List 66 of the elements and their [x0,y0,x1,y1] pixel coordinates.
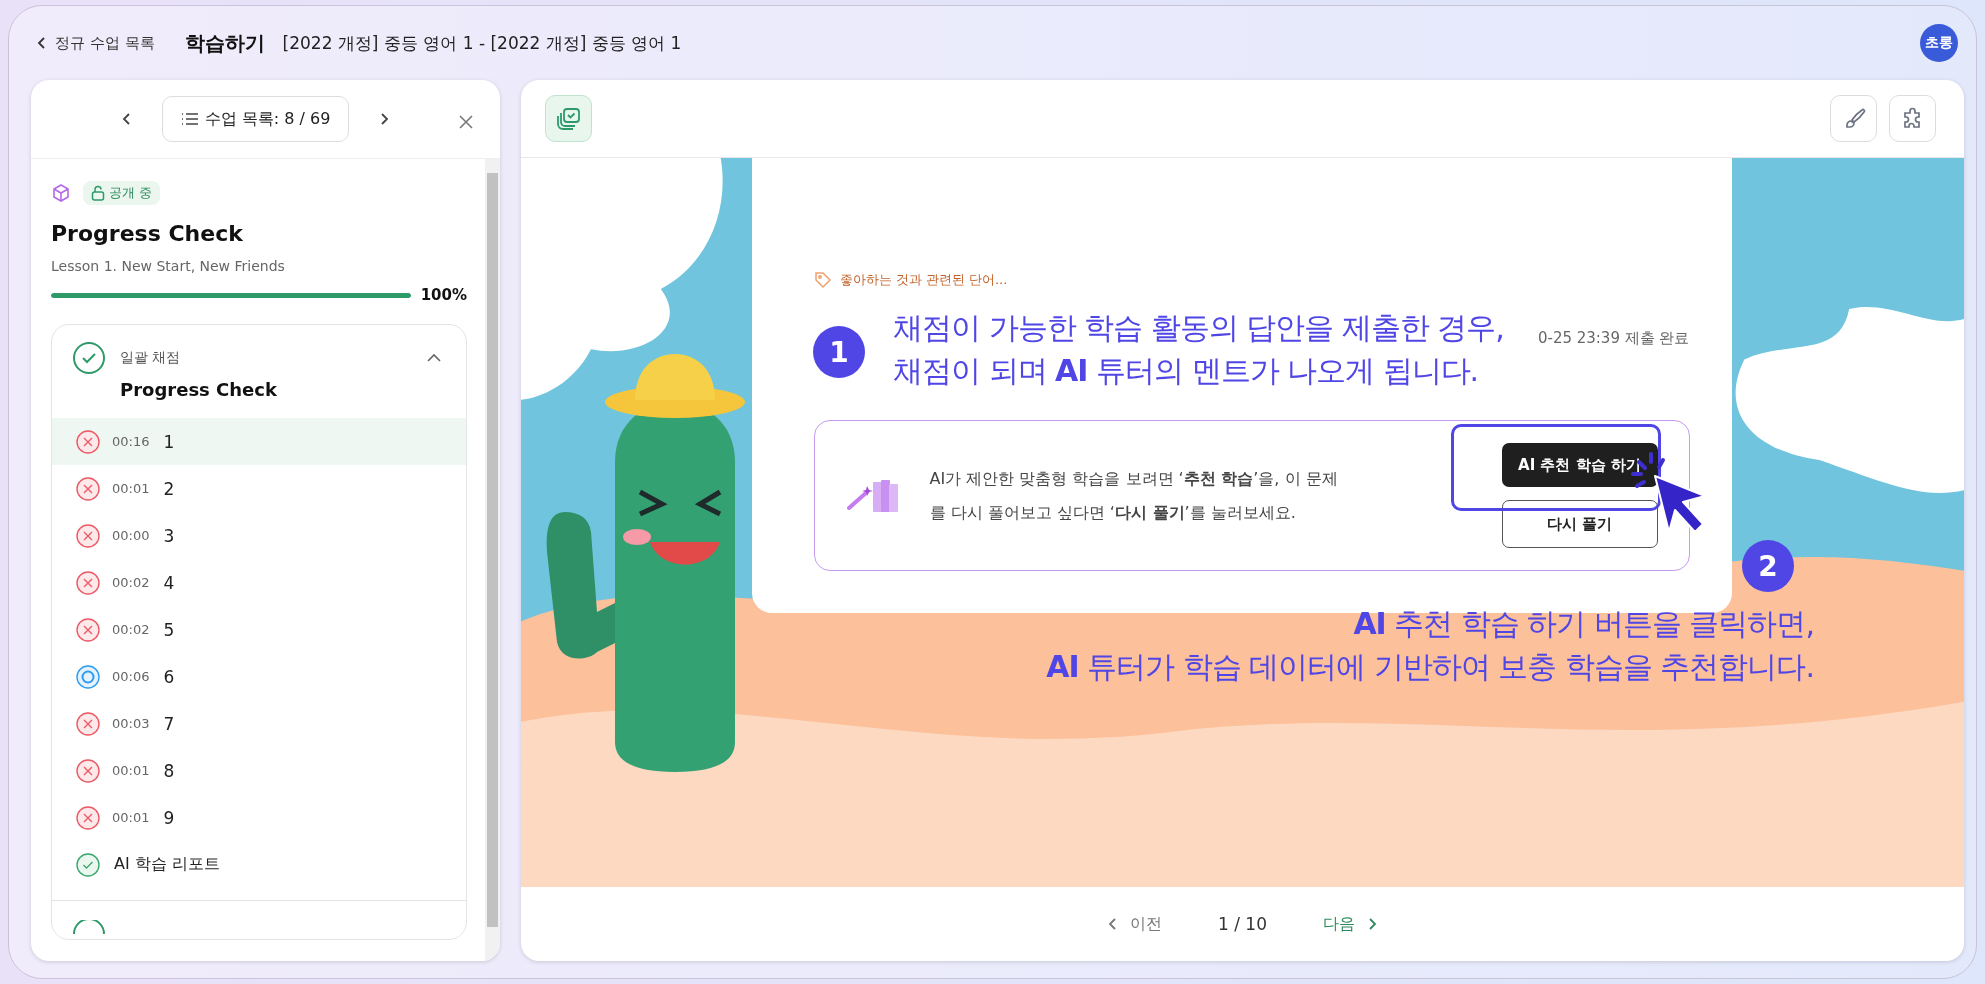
question-item[interactable]: 00:01 2 [52,465,466,512]
item-label: 6 [163,666,175,687]
item-label: 9 [163,807,175,828]
question-item[interactable]: 00:00 3 [52,512,466,559]
item-time: 00:16 [112,434,150,449]
check-circle-icon [76,852,100,877]
activity-tag: 좋아하는 것과 관련된 단어... [839,271,1008,289]
wrong-mark-icon [76,570,100,595]
item-time: 00:03 [112,716,150,731]
item-time: 00:06 [112,669,150,684]
back-link[interactable]: 정규 수업 목록 [35,33,155,53]
item-time: 00:01 [112,763,150,778]
magic-books-icon [846,477,900,514]
wrong-mark-icon [76,711,100,736]
item-label: 7 [163,713,175,734]
retry-button[interactable]: 다시 풀기 [1501,500,1658,548]
section-label: 일괄 채점 [120,349,181,367]
next-button[interactable]: 다음 [1317,912,1385,936]
page-indicator: 1 / 10 [1218,914,1267,934]
item-label: 1 [163,431,175,452]
wrong-mark-icon [76,476,100,501]
progress-percent: 100% [420,286,467,304]
cards-check-icon[interactable] [545,95,592,142]
item-time: 00:01 [112,481,150,496]
section-title: Progress Check [119,378,278,402]
item-label: 2 [163,478,175,499]
puzzle-icon[interactable] [1889,95,1936,142]
lesson-list-button[interactable]: 수업 목록: 8 / 69 [161,96,350,142]
recommendation-text: AI가 제안한 맞춤형 학습을 보려면 ‘추천 학습’을, 이 문제를 다시 풀어보고 싶다면 ‘다시 풀기’를 눌러보세요. [929,467,1339,524]
question-item[interactable]: AI 학습 리포트 [52,841,466,888]
public-badge: 공개 중 [83,181,161,205]
wrong-mark-icon [76,523,100,548]
tag-icon [813,271,832,289]
wrong-mark-icon [76,617,100,642]
question-item[interactable]: 00:16 1 [52,418,466,465]
question-item[interactable]: 00:01 8 [52,747,466,794]
submission-status: 0-25 23:39 제출 완료 [1537,329,1690,348]
item-label: AI 학습 리포트 [114,854,220,875]
item-time: 00:00 [112,528,150,543]
question-item[interactable]: 00:02 4 [52,559,466,606]
item-label: 5 [163,619,175,640]
item-label: 8 [163,760,175,781]
wrong-mark-icon [76,429,100,454]
user-avatar[interactable]: 초롱 [1920,24,1958,62]
lesson-title: Progress Check [51,221,244,246]
wrong-mark-icon [76,758,100,783]
list-icon [180,112,199,126]
scrollbar[interactable] [485,159,500,961]
item-time: 00:02 [112,622,150,637]
question-item[interactable]: 00:01 9 [52,794,466,841]
item-label: 4 [163,572,175,593]
brush-icon[interactable] [1830,95,1877,142]
question-item[interactable]: 00:02 5 [52,606,466,653]
item-label: 3 [163,525,175,546]
item-time: 00:02 [112,575,150,590]
lesson-subtitle: Lesson 1. New Start, New Friends [51,258,286,274]
cube-icon [51,183,71,203]
question-item[interactable]: 00:06 6 [52,653,466,700]
course-title: [2022 개정] 중등 영어 1 - [2022 개정] 중등 영어 1 [282,31,682,55]
correct-mark-icon [76,664,100,689]
ai-recommend-button[interactable]: AI 추천 학습 하기 [1501,443,1658,487]
annotation-text: AI 추천 학습 하기 버튼을 클릭하면, AI 튜터가 학습 데이터에 기반하여 보충 학습을 추천합니다. [1046,605,1814,686]
item-time: 00:01 [112,810,150,825]
wrong-mark-icon [76,805,100,830]
question-item[interactable]: 00:03 7 [52,700,466,747]
page-title: 학습하기 [184,29,265,57]
